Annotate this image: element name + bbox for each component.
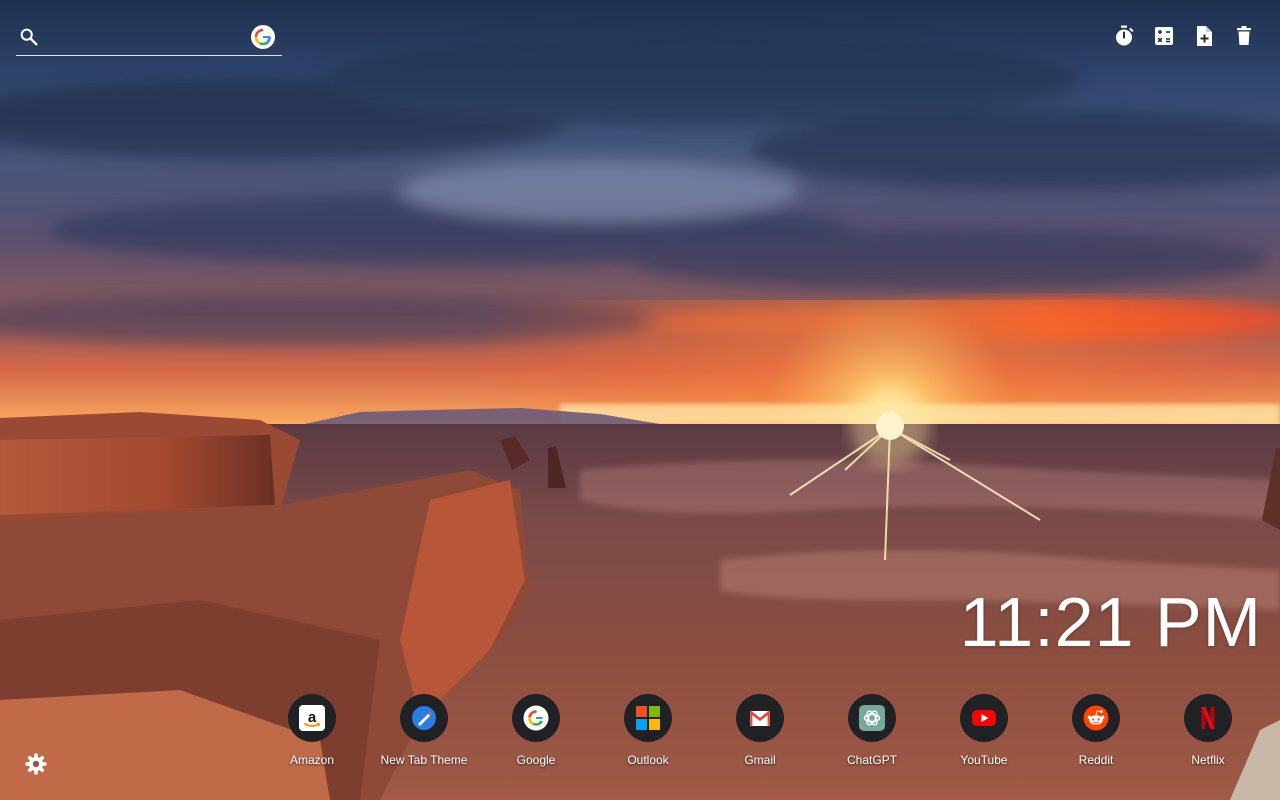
shortcut-chatgpt[interactable]: ChatGPT bbox=[816, 694, 928, 767]
shortcut-reddit[interactable]: Reddit bbox=[1040, 694, 1152, 767]
search-bar[interactable] bbox=[16, 20, 282, 56]
top-toolbar bbox=[1112, 24, 1256, 48]
shortcut-label: Gmail bbox=[744, 753, 776, 767]
gear-icon bbox=[25, 753, 47, 775]
shortcut-netflix[interactable]: Netflix bbox=[1152, 694, 1264, 767]
google-icon bbox=[523, 705, 549, 731]
shortcut-label: New Tab Theme bbox=[380, 753, 468, 767]
new-note-button[interactable] bbox=[1192, 24, 1216, 48]
shortcut-label: Netflix bbox=[1191, 753, 1225, 767]
shortcut-gmail[interactable]: Gmail bbox=[704, 694, 816, 767]
search-input[interactable] bbox=[52, 24, 252, 52]
youtube-icon bbox=[972, 710, 996, 726]
trash-icon bbox=[1237, 26, 1251, 45]
shortcut-label: Amazon bbox=[289, 753, 335, 767]
shortcut-amazon[interactable]: a Amazon bbox=[256, 694, 368, 767]
outlook-icon bbox=[636, 706, 660, 730]
note-add-icon bbox=[1197, 26, 1212, 46]
shortcut-label: ChatGPT bbox=[846, 753, 897, 767]
reddit-icon bbox=[1083, 705, 1109, 731]
shortcut-google[interactable]: Google bbox=[480, 694, 592, 767]
background-wallpaper bbox=[0, 0, 1280, 800]
delete-button[interactable] bbox=[1232, 24, 1256, 48]
clock-time: 11:21 PM bbox=[959, 583, 1262, 661]
svg-text:a: a bbox=[308, 709, 317, 726]
amazon-icon: a bbox=[299, 705, 325, 731]
shortcut-new-tab-theme[interactable]: New Tab Theme bbox=[368, 694, 480, 767]
gmail-icon bbox=[749, 710, 771, 726]
calculator-button[interactable] bbox=[1152, 24, 1176, 48]
google-g-icon[interactable] bbox=[251, 25, 275, 49]
timer-icon bbox=[1116, 25, 1134, 46]
settings-button[interactable] bbox=[24, 752, 48, 776]
shortcut-bar: a Amazon New Tab Theme Google Outlook Gm… bbox=[256, 694, 1264, 767]
netflix-icon bbox=[1201, 707, 1215, 729]
calculator-icon bbox=[1155, 27, 1173, 45]
shortcut-youtube[interactable]: YouTube bbox=[928, 694, 1040, 767]
shortcut-outlook[interactable]: Outlook bbox=[592, 694, 704, 767]
timer-button[interactable] bbox=[1112, 24, 1136, 48]
search-icon[interactable] bbox=[18, 26, 40, 48]
shortcut-label: Reddit bbox=[1078, 753, 1114, 767]
shortcut-label: YouTube bbox=[960, 753, 1008, 767]
new-tab-theme-icon bbox=[412, 706, 436, 730]
chatgpt-icon bbox=[859, 705, 885, 731]
shortcut-label: Google bbox=[516, 753, 556, 767]
shortcut-label: Outlook bbox=[627, 753, 669, 767]
